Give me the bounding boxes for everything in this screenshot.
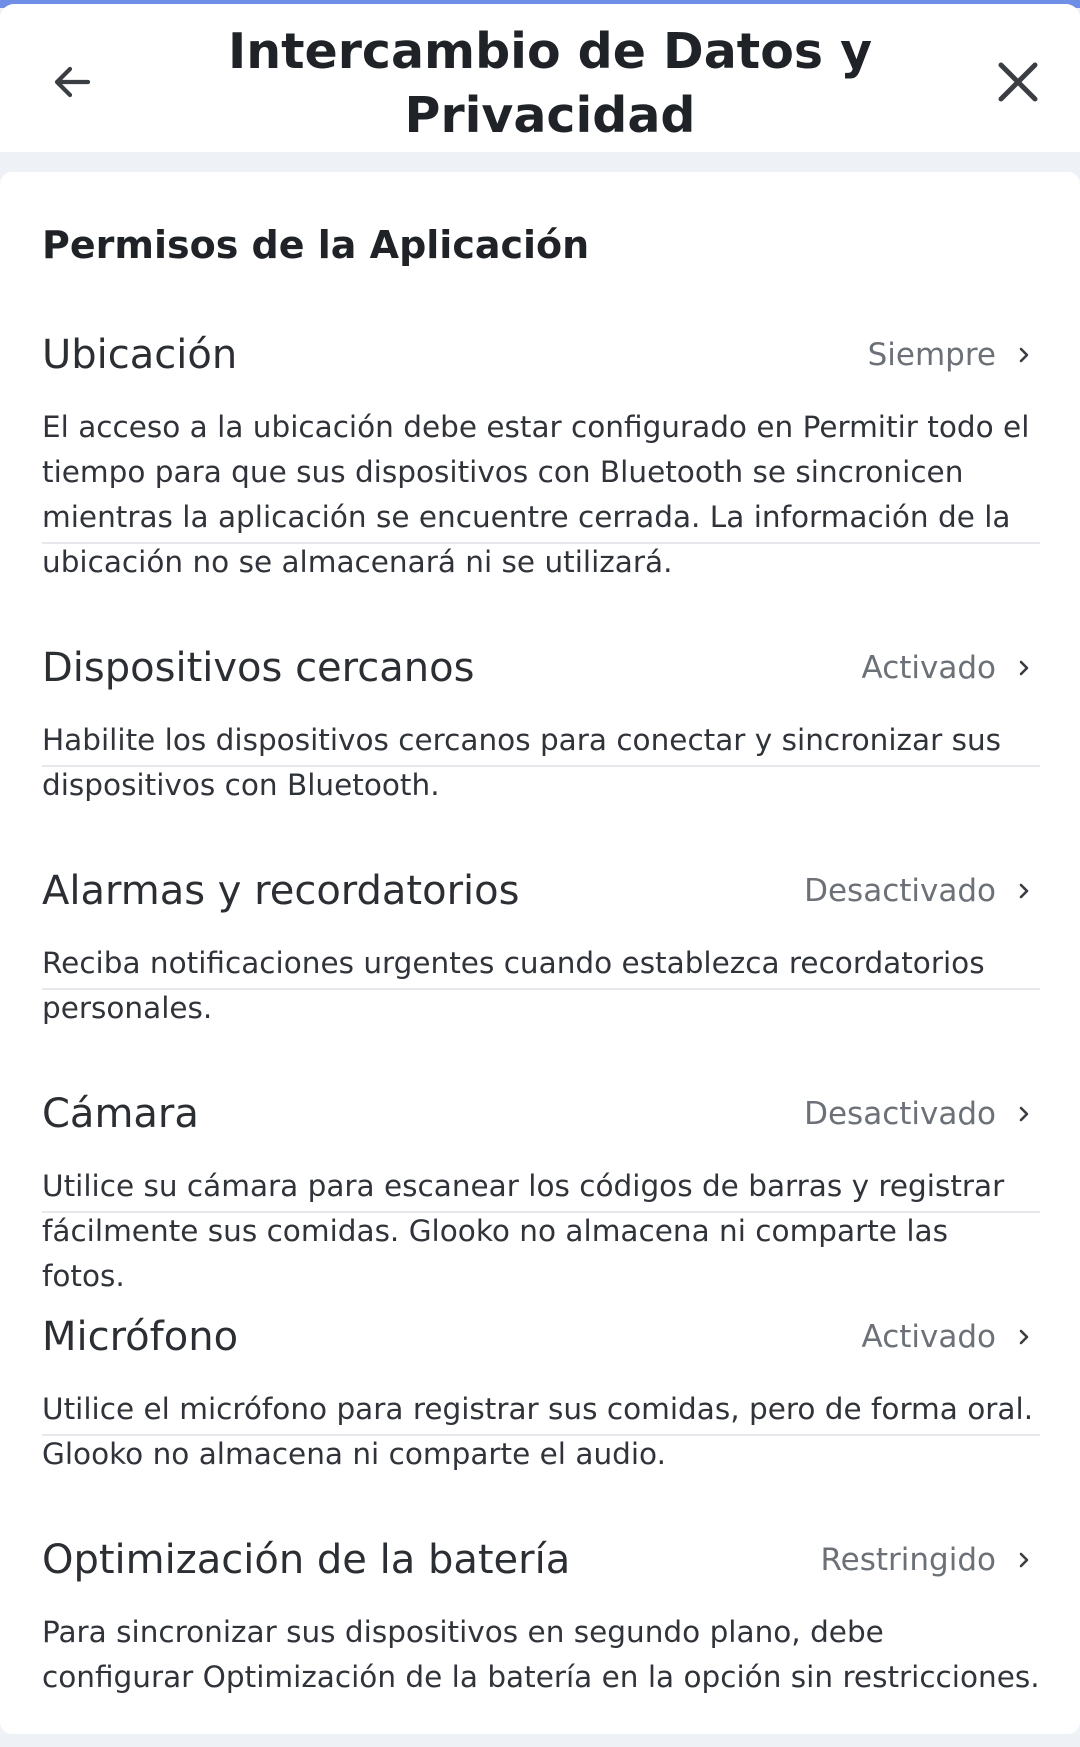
page-title: Intercambio de Datos y Privacidad bbox=[180, 20, 920, 148]
permission-label: Cámara bbox=[42, 1091, 199, 1137]
close-button[interactable] bbox=[990, 54, 1046, 110]
permission-row[interactable]: Optimización de la batería Restringido bbox=[42, 1532, 1040, 1588]
permissions-card: Permisos de la Aplicación Ubicación Siem… bbox=[0, 172, 1080, 1734]
permission-label: Optimización de la batería bbox=[42, 1537, 571, 1583]
chevron-right-icon bbox=[1019, 660, 1029, 676]
section-title: Permisos de la Aplicación bbox=[42, 223, 590, 267]
permission-description: Para sincronizar sus dispositivos en seg… bbox=[42, 1615, 1040, 1694]
permission-status: Restringido bbox=[820, 1542, 996, 1578]
chevron-right-icon bbox=[1019, 1329, 1029, 1345]
permission-row[interactable]: Cámara Desactivado bbox=[42, 1086, 1040, 1142]
arrow-left-icon bbox=[54, 66, 91, 98]
permission-row[interactable]: Dispositivos cercanos Activado bbox=[42, 640, 1040, 696]
permission-label: Dispositivos cercanos bbox=[42, 645, 475, 691]
permission-description: Utilice su cámara para escanear los códi… bbox=[42, 1169, 1005, 1293]
permission-status: Activado bbox=[861, 650, 996, 686]
permission-item-camera[interactable]: Cámara Desactivado Utilice su cámara par… bbox=[42, 1086, 1040, 1293]
permission-status: Siempre bbox=[867, 337, 996, 373]
chevron-right-icon bbox=[1019, 347, 1029, 363]
permission-item-battery-optimization[interactable]: Optimización de la batería Restringido P… bbox=[42, 1532, 1040, 1694]
permission-status: Desactivado bbox=[804, 873, 996, 909]
permission-label: Ubicación bbox=[42, 332, 238, 378]
permission-row[interactable]: Alarmas y recordatorios Desactivado bbox=[42, 863, 1040, 919]
permission-description: Reciba notificaciones urgentes cuando es… bbox=[42, 946, 985, 1025]
permission-item-microphone[interactable]: Micrófono Activado Utilice el micrófono … bbox=[42, 1309, 1040, 1471]
permission-item-location[interactable]: Ubicación Siempre El acceso a la ubicaci… bbox=[42, 327, 1040, 579]
permission-item-alarms-reminders[interactable]: Alarmas y recordatorios Desactivado Reci… bbox=[42, 863, 1040, 1025]
page-title-line-1: Intercambio de Datos y bbox=[227, 23, 873, 80]
chevron-right-icon bbox=[1019, 1552, 1029, 1568]
permission-description: Utilice el micrófono para registrar sus … bbox=[42, 1392, 1034, 1471]
permission-row[interactable]: Micrófono Activado bbox=[42, 1309, 1040, 1365]
permission-description: El acceso a la ubicación debe estar conf… bbox=[42, 410, 1030, 579]
page-title-line-2: Privacidad bbox=[404, 87, 696, 144]
permission-label: Micrófono bbox=[42, 1314, 239, 1360]
back-button[interactable] bbox=[44, 54, 100, 110]
close-icon bbox=[998, 62, 1038, 102]
permission-label: Alarmas y recordatorios bbox=[42, 868, 520, 914]
chevron-right-icon bbox=[1019, 883, 1029, 899]
permission-status: Desactivado bbox=[804, 1096, 996, 1132]
permission-item-nearby-devices[interactable]: Dispositivos cercanos Activado Habilite … bbox=[42, 640, 1040, 802]
permission-status: Activado bbox=[861, 1319, 996, 1355]
permission-row[interactable]: Ubicación Siempre bbox=[42, 327, 1040, 383]
chevron-right-icon bbox=[1019, 1106, 1029, 1122]
permission-description: Habilite los dispositivos cercanos para … bbox=[42, 723, 1002, 802]
header-bar: Intercambio de Datos y Privacidad bbox=[0, 4, 1080, 152]
